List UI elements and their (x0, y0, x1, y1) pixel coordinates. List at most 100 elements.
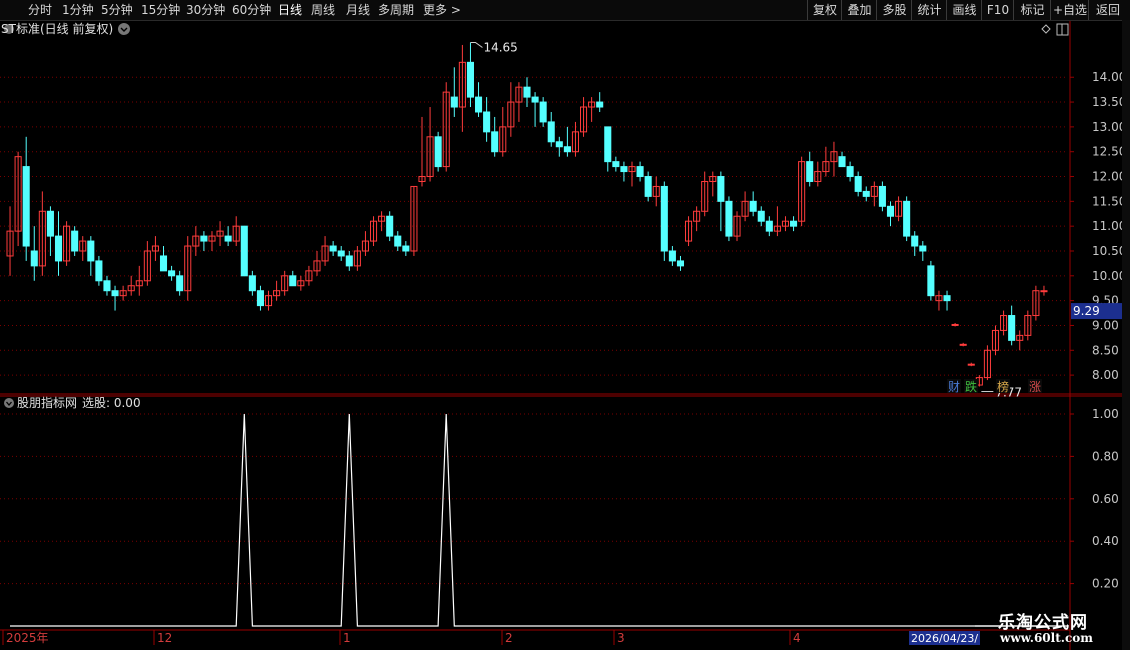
candle-body-89 (725, 200, 733, 237)
candle-body-21 (176, 275, 184, 292)
candle-body-104 (846, 166, 854, 178)
candle-body-67 (547, 121, 555, 143)
candle-body-81 (660, 185, 668, 252)
candle-body-103 (838, 156, 846, 168)
candle-body-74 (604, 126, 612, 163)
kline-chart[interactable]: 14.0013.5013.0012.5012.0011.5011.0010.50… (0, 0, 1130, 650)
indicator-chevron-icon[interactable] (4, 398, 14, 408)
candle-body-5 (46, 210, 54, 237)
candle-body-69 (563, 146, 571, 153)
chevron-down-icon[interactable] (118, 23, 130, 35)
candle-body-20 (168, 270, 176, 277)
candle-body-65 (531, 96, 539, 103)
candle-body-93 (757, 210, 765, 222)
candle-body-106 (862, 190, 870, 197)
candle-body-92 (749, 200, 757, 212)
candle-body-41 (337, 250, 345, 257)
candle-body-83 (676, 260, 685, 267)
candle-body-60 (491, 131, 499, 153)
candle-body-99 (806, 161, 814, 182)
candle-body-40 (329, 245, 337, 252)
high-price-label: 14.65 (483, 40, 517, 54)
candle-body-42 (345, 255, 353, 267)
date-axis-label-3: 2 (505, 631, 513, 645)
candle-body-6 (54, 235, 63, 262)
indicator-axis-label-3: 0.40 (1092, 534, 1119, 548)
candle-body-112 (911, 235, 919, 247)
candle-body-19 (159, 255, 168, 272)
candle-body-119 (967, 363, 975, 366)
signal-line (10, 413, 1044, 627)
candle-body-64 (523, 86, 531, 98)
candle-body-49 (402, 245, 410, 252)
candle-body-58 (474, 96, 483, 113)
candle-body-35 (289, 275, 297, 287)
indicator-axis-label-0: 1.00 (1092, 407, 1119, 421)
candle-body-124 (1008, 315, 1016, 341)
candle-body-114 (927, 265, 935, 297)
candle-body-59 (483, 111, 491, 133)
event-badge-2: 榜 (997, 379, 1009, 394)
price-axis-label-10: 9.00 (1092, 318, 1119, 332)
candle-body-88 (717, 176, 725, 202)
candle-body-2 (22, 166, 30, 247)
candle-body-31 (256, 290, 264, 307)
candle-body-3 (30, 250, 38, 267)
candle-body-76 (620, 166, 628, 173)
date-axis-label-1: 12 (157, 631, 172, 645)
candle-body-48 (394, 235, 402, 247)
watermark-url: www.60lt.com (1000, 631, 1093, 645)
candle-body-79 (644, 176, 652, 197)
price-axis-label-11: 8.50 (1092, 343, 1119, 357)
indicator-axis-label-4: 0.20 (1092, 577, 1119, 591)
candle-body-55 (450, 96, 458, 108)
watermark-title: 乐淘公式网 (998, 613, 1088, 633)
candle-body-128 (1040, 290, 1048, 293)
candle-body-13 (111, 290, 119, 297)
high-marker-line (470, 41, 483, 48)
current-price-label: 9.29 (1073, 304, 1100, 318)
candle-body-27 (224, 235, 232, 242)
event-badge-1: 跌 (965, 379, 977, 394)
candle-body-113 (919, 245, 927, 252)
current-date-label: 2026/04/23/ (911, 632, 978, 645)
candle-body-111 (903, 200, 911, 237)
candle-body-108 (878, 185, 886, 207)
indicator-panel-title: 股朋指标网 (17, 395, 77, 410)
diamond-icon[interactable] (1041, 24, 1051, 34)
indicator-axis-label-2: 0.60 (1092, 492, 1119, 506)
candle-body-10 (87, 240, 95, 262)
date-axis-label-0: 2025年 (6, 631, 49, 645)
candle-body-118 (959, 343, 967, 346)
candle-body-68 (555, 141, 563, 148)
candle-body-11 (95, 260, 103, 282)
candle-body-53 (434, 136, 442, 168)
candle-body-47 (386, 215, 394, 237)
indicator-axis-label-1: 0.80 (1092, 449, 1119, 463)
date-axis-label-2: 1 (343, 631, 351, 645)
candle-body-94 (765, 220, 773, 232)
candle-body-116 (943, 295, 951, 302)
event-badge-0: 财 (948, 380, 960, 394)
candle-body-109 (886, 205, 895, 217)
candle-body-78 (636, 166, 644, 178)
main-panel-title: ST标准(日线 前复权) (1, 21, 113, 36)
candle-body-57 (466, 61, 474, 98)
candle-body-73 (596, 101, 604, 108)
candle-body-12 (103, 280, 111, 292)
candle-body-66 (539, 101, 547, 123)
candle-body-105 (854, 176, 862, 192)
candle-body-117 (951, 323, 959, 326)
event-badge-3: 涨 (1029, 379, 1041, 394)
candle-body-30 (248, 275, 256, 292)
indicator-select-label: 选股: 0.00 (82, 396, 141, 410)
candle-body-75 (612, 161, 620, 168)
date-axis-label-4: 3 (617, 631, 625, 645)
price-axis-label-12: 8.00 (1092, 368, 1119, 382)
candle-body-29 (240, 225, 248, 277)
candle-body-24 (200, 235, 208, 242)
side-scroll-strip[interactable] (1122, 20, 1130, 650)
candle-body-97 (790, 220, 798, 227)
candle-body-8 (71, 230, 79, 252)
date-axis-label-5: 4 (793, 631, 801, 645)
